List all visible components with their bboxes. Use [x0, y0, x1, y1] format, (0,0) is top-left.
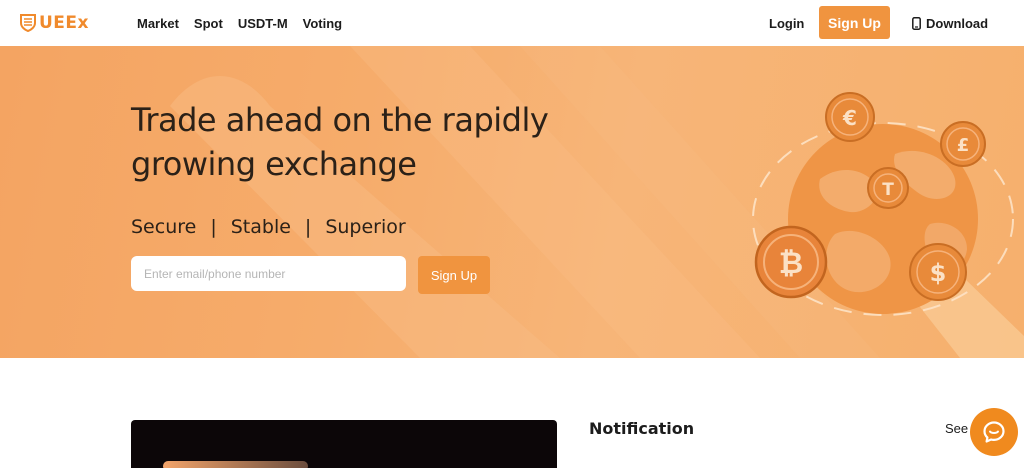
phone-icon	[912, 17, 921, 30]
tagline-stable: Stable	[230, 216, 291, 238]
tether-coin-icon: T	[867, 167, 909, 209]
logo-text: UEEx	[39, 13, 89, 33]
dollar-coin-icon: $	[909, 243, 967, 301]
nav-usdt-m[interactable]: USDT-M	[238, 16, 288, 31]
nav-voting[interactable]: Voting	[303, 16, 342, 31]
ueex-logo[interactable]: UEEx	[20, 12, 89, 34]
hero-signup-button[interactable]: Sign Up	[418, 256, 490, 294]
crypto-globe-illustration: € £ T ₿ $	[752, 92, 1014, 316]
chat-support-button[interactable]	[970, 408, 1018, 456]
euro-coin-icon: €	[825, 92, 875, 142]
video-preview-bar	[163, 461, 308, 468]
tagline-divider: |	[304, 216, 312, 238]
svg-text:₿: ₿	[779, 246, 803, 281]
signup-button-header[interactable]: Sign Up	[819, 6, 890, 39]
video-preview[interactable]	[131, 420, 557, 468]
top-navbar: UEEx Market Spot USDT-M Voting Login Sig…	[0, 0, 1024, 46]
hero-banner: Trade ahead on the rapidly growing excha…	[0, 46, 1024, 358]
main-nav: Market Spot USDT-M Voting	[137, 16, 357, 31]
hero-title: Trade ahead on the rapidly growing excha…	[131, 98, 591, 186]
svg-text:€: €	[842, 106, 857, 130]
tagline-divider: |	[210, 216, 217, 238]
notification-title: Notification	[589, 419, 695, 438]
svg-text:T: T	[882, 180, 894, 200]
pound-coin-icon: £	[940, 121, 986, 167]
svg-text:£: £	[957, 135, 970, 156]
download-label: Download	[926, 16, 989, 31]
shield-logo-icon	[20, 14, 36, 32]
see-all-link[interactable]: See	[945, 421, 968, 436]
download-link[interactable]: Download	[912, 16, 988, 31]
email-phone-input[interactable]	[131, 256, 406, 291]
nav-market[interactable]: Market	[137, 16, 179, 31]
bitcoin-coin-icon: ₿	[754, 225, 828, 299]
nav-spot[interactable]: Spot	[194, 16, 223, 31]
login-link[interactable]: Login	[769, 16, 804, 31]
hero-title-line1: Trade ahead on the rapidly	[131, 101, 549, 139]
tagline-secure: Secure	[131, 216, 197, 238]
hero-taglines: Secure | Stable | Superior	[131, 216, 420, 238]
hero-title-line2: growing exchange	[131, 145, 417, 183]
tagline-superior: Superior	[325, 216, 406, 238]
chat-icon	[983, 421, 1005, 443]
svg-text:$: $	[930, 259, 947, 287]
